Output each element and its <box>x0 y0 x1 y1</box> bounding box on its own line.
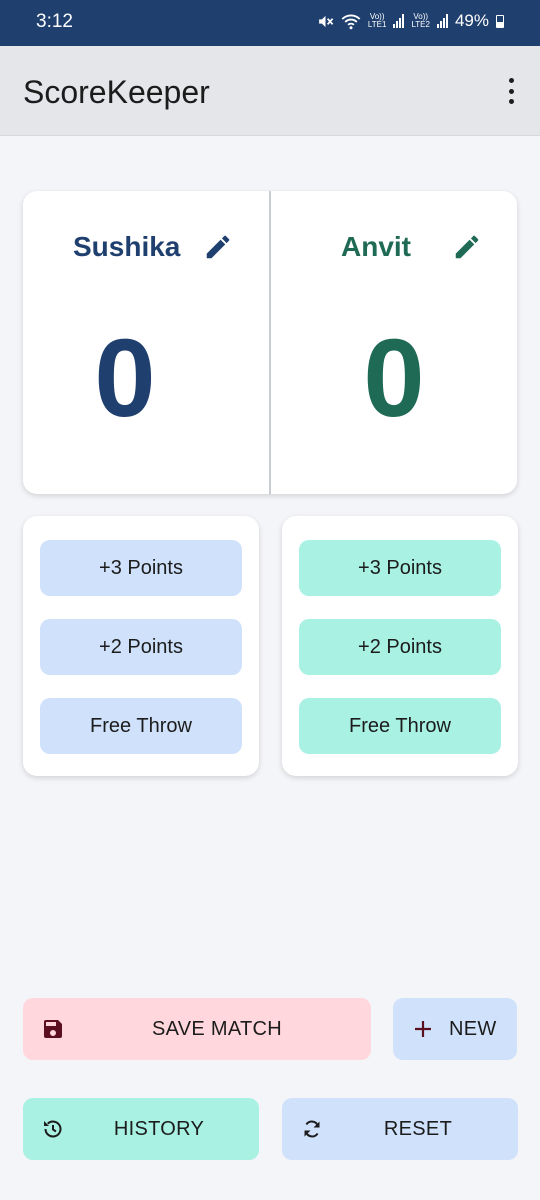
team-a-free-throw-button[interactable]: Free Throw <box>40 698 242 754</box>
score-card: Sushika 0 Anvit 0 <box>23 191 517 494</box>
sim2-label: LTE2 <box>411 20 430 29</box>
save-match-label: SAVE MATCH <box>151 1017 283 1040</box>
team-b-score: 0 <box>363 317 425 440</box>
sim2-indicator: Vo)) LTE2 <box>411 13 430 29</box>
save-icon <box>44 1020 62 1038</box>
battery-icon <box>496 14 504 28</box>
app-title: ScoreKeeper <box>23 74 210 110</box>
wifi-icon <box>341 14 361 29</box>
signal-2-icon <box>436 14 448 28</box>
team-b-panel: Anvit 0 <box>271 191 517 494</box>
reset-button[interactable]: RESET <box>282 1098 518 1160</box>
battery-percent: 49% <box>454 11 489 30</box>
reset-label: RESET <box>383 1117 453 1140</box>
team-b-plus3-button[interactable]: +3 Points <box>299 540 501 596</box>
team-b-plus2-button[interactable]: +2 Points <box>299 619 501 675</box>
history-button[interactable]: HISTORY <box>23 1098 259 1160</box>
team-a-score: 0 <box>94 317 156 440</box>
app-bar: ScoreKeeper <box>0 46 540 136</box>
status-time: 3:12 <box>36 11 73 32</box>
team-b-actions: +3 Points +2 Points Free Throw <box>282 516 518 776</box>
new-match-button[interactable]: NEW <box>393 998 517 1060</box>
sim1-label: LTE1 <box>367 20 387 29</box>
team-a-actions: +3 Points +2 Points Free Throw <box>23 516 259 776</box>
team-a-plus2-button[interactable]: +2 Points <box>40 619 242 675</box>
status-icons: Vo)) LTE1 Vo)) LTE2 49% <box>317 11 504 31</box>
mute-icon <box>319 15 334 27</box>
team-b-name: Anvit <box>341 231 411 262</box>
team-a-name: Sushika <box>73 231 181 262</box>
plus-icon <box>415 1021 431 1037</box>
edit-team-a-icon[interactable] <box>203 232 233 262</box>
team-b-free-throw-button[interactable]: Free Throw <box>299 698 501 754</box>
more-vertical-icon[interactable] <box>502 78 520 104</box>
team-a-panel: Sushika 0 <box>23 191 269 494</box>
save-match-button[interactable]: SAVE MATCH <box>23 998 371 1060</box>
history-label: HISTORY <box>113 1117 205 1140</box>
status-bar: 3:12 Vo)) LTE1 Vo)) LTE2 49% <box>0 0 540 46</box>
signal-1-icon <box>393 14 405 28</box>
sim1-indicator: Vo)) LTE1 <box>368 13 387 29</box>
new-match-label: NEW <box>449 1017 497 1040</box>
edit-team-b-icon[interactable] <box>452 232 482 262</box>
team-a-plus3-button[interactable]: +3 Points <box>40 540 242 596</box>
